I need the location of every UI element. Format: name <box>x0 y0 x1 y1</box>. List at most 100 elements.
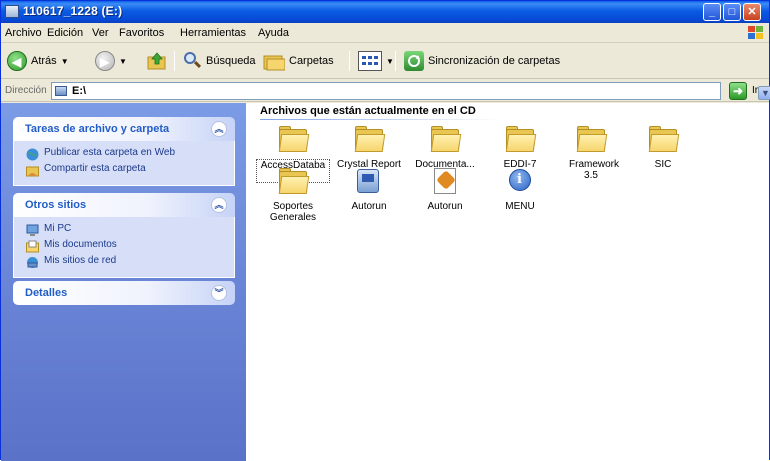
folders-label: Carpetas <box>289 55 334 67</box>
collapse-icon[interactable]: ︽ <box>211 197 227 213</box>
menu-favoritos[interactable]: Favoritos <box>119 27 164 39</box>
panel-title: Otros sitios <box>25 199 87 211</box>
file-item-menu[interactable]: i MENU <box>483 167 557 212</box>
up-folder-button[interactable] <box>147 49 167 73</box>
menu-herramientas[interactable]: Herramientas <box>180 27 246 39</box>
close-button[interactable]: ✕ <box>743 3 761 21</box>
folder-icon <box>575 125 608 155</box>
folder-icon <box>429 125 462 155</box>
forward-arrow-icon: ▶ <box>95 51 115 71</box>
forward-button[interactable]: ▶ ▼ <box>95 49 127 73</box>
address-label: Dirección <box>5 85 47 96</box>
panel-header[interactable]: Otros sitios ︽ <box>13 193 235 217</box>
panel-details: Detalles ︾ <box>13 281 235 305</box>
autorun-exe-icon <box>353 167 385 197</box>
file-item-eddi-7[interactable]: EDDI-7 <box>483 125 557 170</box>
panel-body: Mi PC Mis documentos Mis sitios de red <box>13 217 235 278</box>
menu-archivo[interactable]: Archivo <box>5 27 42 39</box>
up-folder-icon <box>147 52 167 70</box>
toolbar: ◀ Atrás ▼ ▶ ▼ Búsqueda Carpetas ▼ Sincro… <box>1 43 769 79</box>
go-button[interactable]: ➜ <box>729 82 747 100</box>
sync-folders-button[interactable]: Sincronización de carpetas <box>404 49 560 73</box>
file-item-documentacion[interactable]: Documenta... <box>408 125 482 170</box>
computer-icon <box>26 224 39 236</box>
toolbar-separator <box>349 51 350 71</box>
explorer-window: 110617_1228 (E:) _ □ ✕ Archivo Edición V… <box>0 0 770 461</box>
place-my-computer[interactable]: Mi PC <box>14 223 234 239</box>
views-button[interactable]: ▼ <box>358 49 394 73</box>
title-bar[interactable]: 110617_1228 (E:) _ □ ✕ <box>1 1 769 23</box>
search-label: Búsqueda <box>206 55 256 67</box>
search-button[interactable]: Búsqueda <box>182 49 256 73</box>
views-dropdown-icon[interactable]: ▼ <box>386 57 394 66</box>
maximize-icon: □ <box>728 6 736 18</box>
address-dropdown-button[interactable]: ▼ <box>758 86 770 100</box>
menu-ver[interactable]: Ver <box>92 27 109 39</box>
toolbar-separator <box>174 51 175 71</box>
panel-title: Tareas de archivo y carpeta <box>25 123 170 135</box>
file-label: Autorun <box>427 201 463 212</box>
documents-folder-icon <box>26 240 39 253</box>
file-label: MENU <box>505 201 535 212</box>
network-icon <box>27 257 38 268</box>
file-item-framework[interactable]: Framework 3.5 <box>554 125 628 181</box>
panel-header[interactable]: Tareas de archivo y carpeta ︽ <box>13 117 235 141</box>
panel-body: Publicar esta carpeta en Web Compartir e… <box>13 141 235 186</box>
task-share-folder[interactable]: Compartir esta carpeta <box>14 163 234 179</box>
back-arrow-icon: ◀ <box>7 51 27 71</box>
forward-dropdown-icon[interactable]: ▼ <box>119 57 127 66</box>
views-icon <box>358 51 382 71</box>
file-item-sic[interactable]: SIC <box>626 125 700 170</box>
task-link-label: Mis sitios de red <box>44 255 117 266</box>
minimize-button[interactable]: _ <box>703 3 721 21</box>
folder-icon <box>353 125 386 155</box>
back-label: Atrás <box>31 55 57 67</box>
task-link-label: Mis documentos <box>44 239 117 250</box>
folder-icon <box>277 125 310 155</box>
panel-file-tasks: Tareas de archivo y carpeta ︽ Publicar e… <box>13 117 235 186</box>
menu-edicion[interactable]: Edición <box>47 27 83 39</box>
file-item-autorun-exe[interactable]: Autorun <box>332 167 406 212</box>
folder-icon <box>277 167 310 197</box>
task-publish-web[interactable]: Publicar esta carpeta en Web <box>14 147 234 163</box>
task-link-label: Publicar esta carpeta en Web <box>44 147 176 158</box>
file-label: SIC <box>654 159 672 170</box>
place-network[interactable]: Mis sitios de red <box>14 255 234 271</box>
expand-icon[interactable]: ︾ <box>211 285 227 301</box>
sync-label: Sincronización de carpetas <box>428 55 561 67</box>
file-view[interactable]: Archivos que están actualmente en el CD … <box>246 103 769 461</box>
file-item-soportes-generales[interactable]: Soportes Generales <box>256 167 330 223</box>
go-label[interactable]: Ir <box>752 85 758 96</box>
address-bar: Dirección E:\ ▼ ➜ Ir <box>1 80 770 102</box>
address-input[interactable]: E:\ ▼ <box>51 82 770 100</box>
window-title: 110617_1228 (E:) <box>23 4 123 18</box>
collapse-icon[interactable]: ︽ <box>211 121 227 137</box>
info-icon: i <box>504 167 536 197</box>
group-divider <box>260 119 500 120</box>
panel-header[interactable]: Detalles ︾ <box>13 281 235 305</box>
maximize-button[interactable]: □ <box>723 3 741 21</box>
folders-button[interactable]: Carpetas <box>263 49 334 73</box>
panel-other-places: Otros sitios ︽ Mi PC Mis documentos Mis … <box>13 193 235 278</box>
place-my-documents[interactable]: Mis documentos <box>14 239 234 255</box>
back-button[interactable]: ◀ Atrás ▼ <box>7 49 69 73</box>
menu-bar: Archivo Edición Ver Favoritos Herramient… <box>1 23 769 43</box>
file-label: Soportes Generales <box>269 201 317 223</box>
back-dropdown-icon[interactable]: ▼ <box>61 57 69 66</box>
autorun-inf-icon <box>429 167 461 197</box>
search-icon <box>182 51 202 71</box>
windows-logo-icon <box>747 25 765 41</box>
task-link-label: Compartir esta carpeta <box>44 163 146 174</box>
folders-icon <box>263 51 286 71</box>
file-item-autorun-inf[interactable]: Autorun <box>408 167 482 212</box>
menu-ayuda[interactable]: Ayuda <box>258 27 289 39</box>
group-header: Archivos que están actualmente en el CD <box>260 105 476 117</box>
sync-icon <box>404 51 424 71</box>
folder-icon <box>647 125 680 155</box>
chevron-down-icon: ▼ <box>761 88 770 98</box>
toolbar-separator <box>395 51 396 71</box>
task-link-label: Mi PC <box>44 223 72 234</box>
task-pane: Tareas de archivo y carpeta ︽ Publicar e… <box>1 103 246 461</box>
file-item-crystal-report[interactable]: Crystal Report <box>332 125 406 170</box>
close-icon: ✕ <box>747 6 757 18</box>
